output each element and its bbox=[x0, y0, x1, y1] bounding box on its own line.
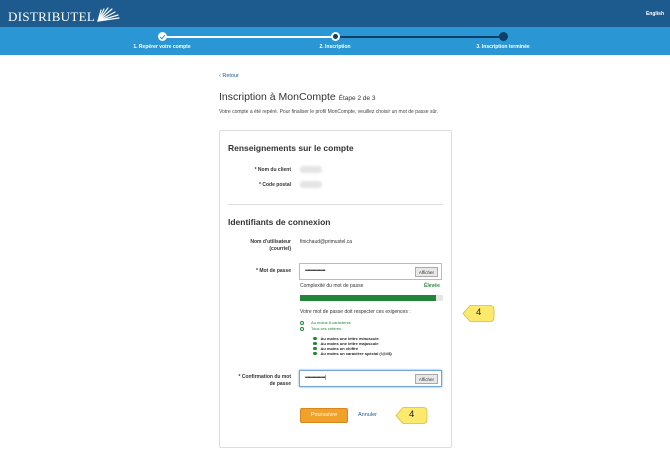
confirm-password-field[interactable]: ••••••••••••••••| Afficher bbox=[299, 370, 442, 387]
step-3-label: 3. Inscription terminée bbox=[476, 44, 530, 50]
requirement-all-criteria-text: Tous ces critères : bbox=[311, 326, 344, 331]
check-circle-icon bbox=[300, 326, 304, 331]
page-title-text: Inscription à MonCompte bbox=[219, 91, 336, 103]
step-1-label: 1. Repérer votre compte bbox=[133, 44, 191, 50]
password-field[interactable]: •••••••••••••••• Afficher bbox=[299, 263, 442, 280]
step-indicator: Étape 2 de 3 bbox=[338, 95, 376, 102]
username-label-line1: Nom d'utilisateur bbox=[250, 239, 291, 245]
page-title: Inscription à MonCompte Étape 2 de 3 bbox=[219, 91, 376, 103]
postal-code-label: * Code postal bbox=[259, 182, 291, 188]
top-header: DISTRIBUTEL English bbox=[0, 0, 670, 27]
logo-text: DISTRIBUTEL bbox=[8, 9, 96, 24]
continue-button[interactable]: Poursuivre bbox=[300, 408, 348, 423]
confirm-label-line1: * Confirmation du mot bbox=[238, 374, 292, 380]
strength-value: Élevée bbox=[424, 283, 440, 289]
intro-text: Votre compte a été repéré. Pour finalise… bbox=[219, 109, 438, 115]
postal-code-value-redacted bbox=[300, 181, 322, 188]
step-line-pending bbox=[335, 36, 503, 38]
step-1-check-icon bbox=[158, 32, 167, 41]
language-link[interactable]: English bbox=[646, 11, 664, 17]
logo-sunburst-icon bbox=[97, 7, 120, 22]
section-divider bbox=[228, 204, 443, 205]
client-name-label: * Nom du client bbox=[254, 167, 291, 173]
requirements-intro: Votre mot de passe doit respecter ces ex… bbox=[300, 309, 411, 315]
bullet-icon bbox=[313, 346, 317, 351]
strength-meter bbox=[300, 295, 443, 301]
password-label: * Mot de passe bbox=[255, 268, 291, 274]
step-line-complete bbox=[162, 36, 335, 38]
password-value: •••••••••••••••• bbox=[305, 268, 326, 274]
show-password-button[interactable]: Afficher bbox=[414, 267, 438, 277]
requirement-all-criteria: Tous ces critères : bbox=[300, 326, 343, 331]
username-label-line2: (courriel) bbox=[269, 246, 291, 252]
rule-special: Au moins un caractère spécial (!@#$) bbox=[313, 351, 392, 356]
username-value: finichaud@primustel.ca bbox=[300, 239, 353, 245]
step-3-pending-icon bbox=[499, 32, 508, 41]
progress-stepper: 1. Repérer votre compte 2. Inscription 3… bbox=[0, 27, 670, 55]
login-heading: Identifiants de connexion bbox=[228, 217, 331, 227]
bullet-icon bbox=[313, 336, 317, 341]
callout-badge: 4 bbox=[395, 406, 428, 425]
cancel-link[interactable]: Annuler bbox=[358, 412, 377, 418]
strength-meter-fill bbox=[300, 295, 436, 301]
bullet-icon bbox=[313, 351, 317, 356]
callout-badge: 4 bbox=[462, 304, 495, 323]
step-2-label: 2. Inscription bbox=[319, 44, 351, 50]
rule-special-text: Au moins un caractère spécial (!@#$) bbox=[320, 351, 392, 356]
client-name-value-redacted bbox=[300, 166, 322, 173]
callout-number: 4 bbox=[476, 307, 482, 318]
confirm-password-value: ••••••••••••••••| bbox=[305, 375, 326, 381]
distributel-logo[interactable]: DISTRIBUTEL bbox=[8, 5, 122, 25]
account-heading: Renseignements sur le compte bbox=[228, 143, 354, 153]
strength-label: Complexité du mot de passe bbox=[300, 283, 364, 289]
confirm-label-line2: de passe bbox=[269, 381, 291, 387]
show-confirm-password-button[interactable]: Afficher bbox=[414, 374, 438, 384]
callout-number: 4 bbox=[409, 409, 415, 420]
username-label: Nom d'utilisateur (courriel) bbox=[250, 239, 291, 253]
check-circle-icon bbox=[300, 320, 304, 325]
confirm-password-label: * Confirmation du mot de passe bbox=[239, 374, 292, 388]
registration-card bbox=[219, 130, 452, 448]
back-link[interactable]: ‹ Retour bbox=[219, 73, 239, 79]
requirement-min-chars: Au moins 8 caractères bbox=[300, 320, 351, 325]
bullet-icon bbox=[313, 341, 317, 346]
step-2-current-icon bbox=[331, 32, 340, 41]
requirement-min-chars-text: Au moins 8 caractères bbox=[311, 320, 351, 325]
